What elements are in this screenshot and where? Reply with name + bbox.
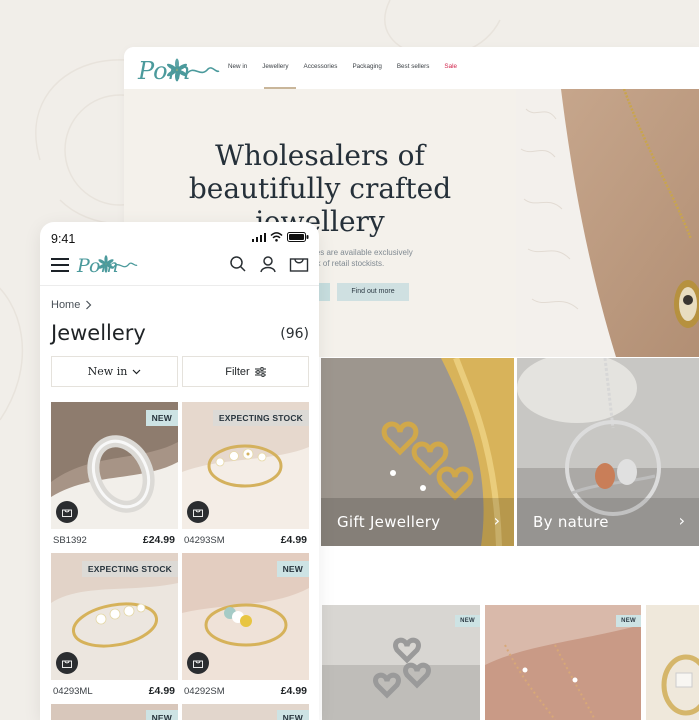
desktop-product-card[interactable] xyxy=(646,605,699,720)
sort-label: New in xyxy=(87,365,128,378)
page-title: Jewellery xyxy=(51,321,146,345)
chevron-right-icon: › xyxy=(493,511,500,530)
gold-ring-image xyxy=(646,605,699,720)
chevron-down-icon xyxy=(132,369,141,374)
basket-icon xyxy=(193,660,203,668)
new-badge: NEW xyxy=(276,710,309,720)
product-card[interactable]: NEW xyxy=(51,704,178,720)
basket-icon[interactable] xyxy=(289,255,309,273)
basket-icon xyxy=(62,660,72,668)
chevron-right-icon: › xyxy=(678,511,685,530)
desktop-nav-menu: New in Jewellery Accessories Packaging B… xyxy=(228,63,472,70)
category-label-gift-jewellery: Gift Jewellery xyxy=(337,513,441,531)
basket-icon xyxy=(62,509,72,517)
signal-icon xyxy=(252,232,266,242)
category-label-by-nature: By nature xyxy=(533,513,609,531)
product-sku: 04293SM xyxy=(184,535,225,546)
find-out-more-button[interactable]: Find out more xyxy=(337,283,409,301)
nav-new-in[interactable]: New in xyxy=(228,63,247,70)
category-by-nature[interactable]: By nature › xyxy=(517,358,699,546)
product-card[interactable]: EXPECTING STOCK xyxy=(182,402,309,529)
mobile-site-preview: 9:41 Pom Home Jewellery (96) New in Filt… xyxy=(40,222,319,720)
desktop-product-card[interactable]: NEW xyxy=(322,605,480,720)
status-bar-icons xyxy=(252,232,309,242)
expecting-stock-badge: EXPECTING STOCK xyxy=(212,410,309,426)
mobile-logo[interactable]: Pom xyxy=(76,250,138,285)
chevron-right-icon xyxy=(86,300,92,310)
new-badge: NEW xyxy=(145,710,178,720)
product-price: £4.99 xyxy=(280,685,307,697)
basket-icon xyxy=(193,509,203,517)
sort-dropdown[interactable]: New in xyxy=(51,356,178,387)
mobile-header-actions xyxy=(229,255,309,273)
add-to-basket-button[interactable] xyxy=(187,652,209,674)
hero-title-line-2: beautifully crafted xyxy=(188,172,452,205)
filter-sliders-icon xyxy=(254,366,266,377)
new-badge: NEW xyxy=(455,615,480,627)
mobile-header: Pom xyxy=(40,250,319,286)
product-card[interactable]: EXPECTING STOCK xyxy=(51,553,178,680)
filter-label: Filter xyxy=(225,365,250,378)
wifi-icon xyxy=(270,232,283,242)
battery-icon xyxy=(287,232,309,242)
pom-logo-icon: Pom xyxy=(137,57,220,85)
filter-button[interactable]: Filter xyxy=(182,356,309,387)
hamburger-menu-icon[interactable] xyxy=(51,258,69,272)
product-card[interactable]: NEW xyxy=(51,402,178,529)
add-to-basket-button[interactable] xyxy=(56,652,78,674)
account-icon[interactable] xyxy=(259,255,277,273)
product-price: £24.99 xyxy=(142,534,175,546)
product-price: £4.99 xyxy=(280,534,307,546)
hero-subtitle: ies are available exclusively rk of reta… xyxy=(314,247,514,269)
breadcrumb: Home xyxy=(51,299,92,311)
hero-subtitle-line-1: ies are available exclusively xyxy=(314,248,413,257)
new-badge: NEW xyxy=(276,561,309,577)
breadcrumb-home[interactable]: Home xyxy=(51,299,80,311)
add-to-basket-button[interactable] xyxy=(187,501,209,523)
pom-logo-icon: Pom xyxy=(76,255,138,277)
product-count: (96) xyxy=(280,326,309,342)
desktop-product-card[interactable]: NEW xyxy=(485,605,641,720)
product-sku: 04292SM xyxy=(184,686,225,697)
product-sku: SB1392 xyxy=(53,535,87,546)
product-card[interactable]: NEW xyxy=(182,553,309,680)
new-badge: NEW xyxy=(145,410,178,426)
add-to-basket-button[interactable] xyxy=(56,501,78,523)
search-icon[interactable] xyxy=(229,255,247,273)
nav-accessories[interactable]: Accessories xyxy=(304,63,338,70)
hero-subtitle-line-2: rk of retail stockists. xyxy=(314,259,385,268)
expecting-stock-badge: EXPECTING STOCK xyxy=(81,561,178,577)
nav-sale[interactable]: Sale xyxy=(444,63,457,70)
product-card[interactable]: NEW xyxy=(182,704,309,720)
nav-jewellery[interactable]: Jewellery xyxy=(262,63,288,70)
desktop-navbar: Pom New in Jewellery Accessories Packagi… xyxy=(124,47,699,89)
new-badge: NEW xyxy=(616,615,641,627)
header-divider xyxy=(40,285,319,286)
product-sku: 04293ML xyxy=(53,686,93,697)
status-time: 9:41 xyxy=(51,232,76,246)
hero-title-line-1: Wholesalers of xyxy=(215,139,425,172)
hero-necklace-image xyxy=(516,89,699,357)
desktop-logo[interactable]: Pom xyxy=(136,53,220,90)
product-price: £4.99 xyxy=(148,685,175,697)
nav-packaging[interactable]: Packaging xyxy=(352,63,381,70)
category-gift-jewellery[interactable]: Gift Jewellery › xyxy=(321,358,514,546)
nav-best-sellers[interactable]: Best sellers xyxy=(397,63,430,70)
